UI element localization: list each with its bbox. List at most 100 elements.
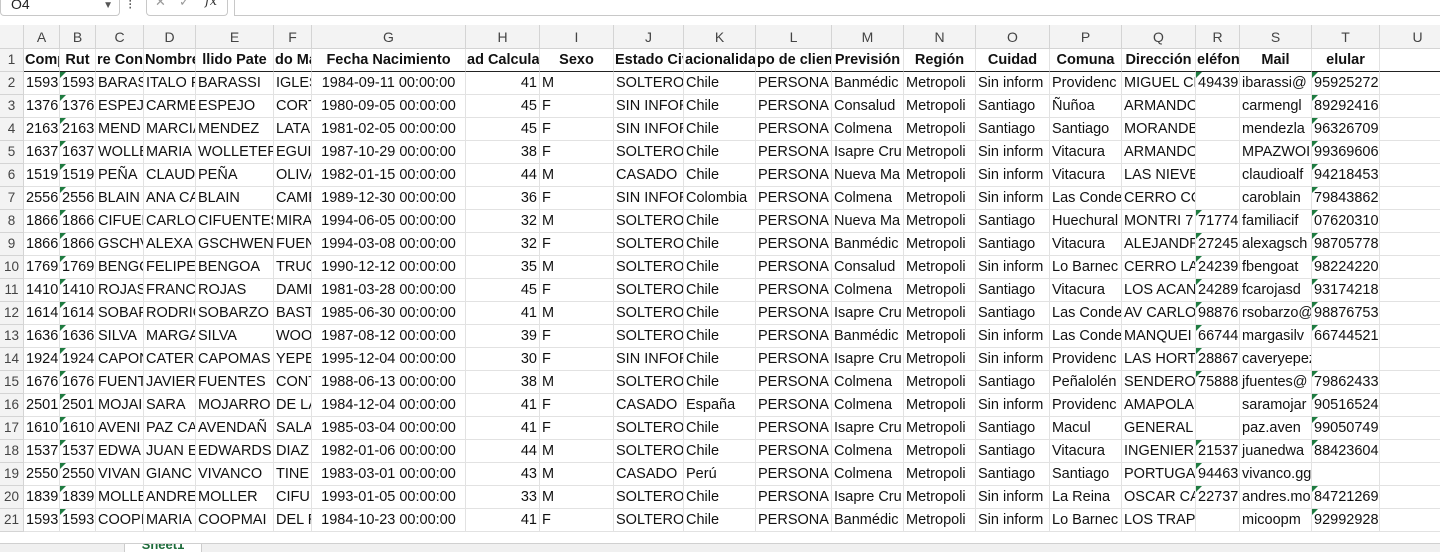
cell-n2[interactable]: Metropoli [904,72,976,95]
cell-c9[interactable]: GSCHV [96,233,144,256]
cell-q9[interactable]: ALEJANDR [1122,233,1196,256]
cell-j5[interactable]: SOLTERO [614,141,684,164]
cell-p20[interactable]: La Reina [1050,486,1122,509]
cell-p13[interactable]: Las Conde [1050,325,1122,348]
cell-c3[interactable]: ESPEJC [96,95,144,118]
cell-s6[interactable]: claudioalf [1240,164,1312,187]
column-header-u[interactable]: U [1380,25,1440,49]
cell-j7[interactable]: SIN INFOR [614,187,684,210]
cell-b20[interactable]: 1839 [60,486,96,509]
row-header-2[interactable]: 2 [0,72,24,95]
cell-m11[interactable]: Colmena [832,279,904,302]
cell-e3[interactable]: ESPEJO [196,95,274,118]
cell-b9[interactable]: 1866 [60,233,96,256]
cell-k15[interactable]: Chile [684,371,756,394]
cell-i20[interactable]: M [540,486,614,509]
cell-h15[interactable]: 38 [466,371,540,394]
cell-o3[interactable]: Santiago [976,95,1050,118]
cell-c18[interactable]: EDWA [96,440,144,463]
column-header-o[interactable]: O [976,25,1050,49]
cell-a17[interactable]: 1610 [24,417,60,440]
cell-o13[interactable]: Sin inform [976,325,1050,348]
cell-q6[interactable]: LAS NIEVES 3850 [1122,164,1196,187]
cell-n3[interactable]: Metropoli [904,95,976,118]
cell-l18[interactable]: PERSONA [756,440,832,463]
cell-t7[interactable]: 79843862 [1312,187,1380,210]
cell-b4[interactable]: 2163 [60,118,96,141]
cell-a18[interactable]: 1537 [24,440,60,463]
cell-r3[interactable] [1196,95,1240,118]
cell-c16[interactable]: MOJAI [96,394,144,417]
cell-n14[interactable]: Metropoli [904,348,976,371]
row-header-20[interactable]: 20 [0,486,24,509]
cell-l10[interactable]: PERSONA [756,256,832,279]
header-cell-u[interactable] [1380,49,1440,72]
cell-o5[interactable]: Sin inform [976,141,1050,164]
column-header-h[interactable]: H [466,25,540,49]
cell-u4[interactable] [1380,118,1440,141]
cell-t12[interactable]: 98876753 [1312,302,1380,325]
header-cell-o[interactable]: Cuidad [976,49,1050,72]
cell-g21[interactable]: 1984-10-23 00:00:00 [312,509,466,532]
row-header-14[interactable]: 14 [0,348,24,371]
cell-b18[interactable]: 1537 [60,440,96,463]
cell-p3[interactable]: Ñuñoa [1050,95,1122,118]
cell-k3[interactable]: Chile [684,95,756,118]
cell-m17[interactable]: Isapre Cru [832,417,904,440]
cell-s17[interactable]: paz.aven [1240,417,1312,440]
column-header-m[interactable]: M [832,25,904,49]
cell-k16[interactable]: España [684,394,756,417]
cell-u2[interactable] [1380,72,1440,95]
cell-d14[interactable]: CATERI [144,348,196,371]
cell-m2[interactable]: Banmédic [832,72,904,95]
more-options-icon[interactable]: ⁝ [128,0,132,13]
cell-m13[interactable]: Banmédic [832,325,904,348]
cell-s16[interactable]: saramojar [1240,394,1312,417]
cell-b2[interactable]: 1593 [60,72,96,95]
cell-l8[interactable]: PERSONA [756,210,832,233]
row-header-13[interactable]: 13 [0,325,24,348]
cell-m12[interactable]: Isapre Cru [832,302,904,325]
cell-c4[interactable]: MEND [96,118,144,141]
cell-i10[interactable]: M [540,256,614,279]
cell-e7[interactable]: BLAIN [196,187,274,210]
cell-f10[interactable]: TRUC [274,256,312,279]
insert-function-icon[interactable]: fx [205,0,217,9]
cell-f6[interactable]: OLIVA [274,164,312,187]
cell-q10[interactable]: CERRO LAS [1122,256,1196,279]
cancel-icon[interactable]: ✕ [155,0,166,10]
cell-s20[interactable]: andres.mo [1240,486,1312,509]
cell-p14[interactable]: Providenc [1050,348,1122,371]
cell-o12[interactable]: Santiago [976,302,1050,325]
cell-f21[interactable]: DEL R [274,509,312,532]
cell-i19[interactable]: M [540,463,614,486]
cell-q7[interactable]: CERRO COLORAD [1122,187,1196,210]
cell-q2[interactable]: MIGUEL CL [1122,72,1196,95]
cell-t5[interactable]: 993696068 [1312,141,1380,164]
cell-p18[interactable]: Vitacura [1050,440,1122,463]
cell-u6[interactable] [1380,164,1440,187]
column-header-f[interactable]: F [274,25,312,49]
row-header-8[interactable]: 8 [0,210,24,233]
cell-p16[interactable]: Providenc [1050,394,1122,417]
cell-h21[interactable]: 41 [466,509,540,532]
cell-r18[interactable]: 21537 [1196,440,1240,463]
cell-f19[interactable]: TINE [274,463,312,486]
cell-b7[interactable]: 2556 [60,187,96,210]
cell-h9[interactable]: 32 [466,233,540,256]
cell-q5[interactable]: ARMANDO JARA [1122,141,1196,164]
cell-a5[interactable]: 1637 [24,141,60,164]
cell-q14[interactable]: LAS HORT [1122,348,1196,371]
cell-e20[interactable]: MOLLER [196,486,274,509]
name-box[interactable]: O4 ▼ [0,0,120,16]
cell-r21[interactable] [1196,509,1240,532]
cell-m10[interactable]: Consalud [832,256,904,279]
row-header-9[interactable]: 9 [0,233,24,256]
cell-l6[interactable]: PERSONA [756,164,832,187]
cell-c6[interactable]: PEÑA [96,164,144,187]
cell-p12[interactable]: Las Conde [1050,302,1122,325]
cell-p15[interactable]: Peñalolén [1050,371,1122,394]
row-header-4[interactable]: 4 [0,118,24,141]
cell-f13[interactable]: WOO [274,325,312,348]
cell-i12[interactable]: M [540,302,614,325]
